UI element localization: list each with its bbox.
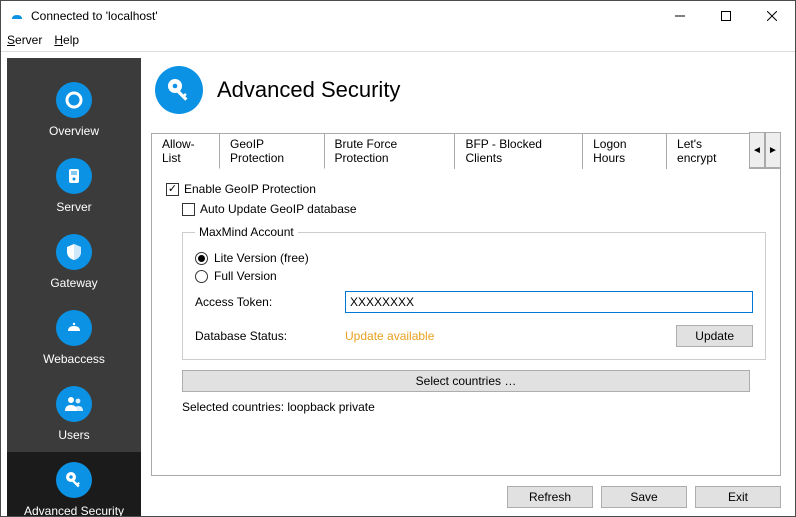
footer-buttons: Refresh Save Exit: [151, 476, 781, 508]
sidebar-item-overview[interactable]: Overview: [7, 72, 141, 148]
save-button[interactable]: Save: [601, 486, 687, 508]
sidebar-item-label: Advanced Security: [24, 504, 124, 516]
webaccess-icon: [56, 310, 92, 346]
lite-version-radio[interactable]: Lite Version (free): [195, 251, 753, 265]
sidebar: Overview Server Gateway Webaccess Users …: [7, 58, 141, 510]
tab-lets-encrypt[interactable]: Let's encrypt: [666, 133, 750, 169]
access-token-row: Access Token:: [195, 291, 753, 313]
menubar: Server Help: [1, 31, 795, 51]
database-status-value: Update available: [345, 329, 434, 343]
tab-panel-geoip: ✓ Enable GeoIP Protection Auto Update Ge…: [151, 168, 781, 476]
tab-brute-force[interactable]: Brute Force Protection: [324, 133, 456, 169]
menu-server[interactable]: Server: [7, 33, 42, 47]
key-icon: [56, 462, 92, 498]
enable-geoip-checkbox[interactable]: ✓ Enable GeoIP Protection: [166, 182, 766, 196]
maximize-button[interactable]: [703, 1, 749, 31]
minimize-button[interactable]: [657, 1, 703, 31]
key-icon: [155, 66, 203, 114]
group-title: MaxMind Account: [195, 225, 298, 239]
checkbox-label: Auto Update GeoIP database: [200, 202, 357, 216]
sidebar-item-label: Overview: [49, 124, 99, 138]
tab-bfp-blocked[interactable]: BFP - Blocked Clients: [454, 133, 583, 169]
window-controls: [657, 1, 795, 31]
sidebar-item-label: Server: [56, 200, 91, 214]
select-countries-row: Select countries …: [182, 370, 750, 392]
checkbox-unchecked-icon: [182, 203, 195, 216]
page-title: Advanced Security: [217, 77, 400, 103]
gateway-icon: [56, 234, 92, 270]
refresh-button[interactable]: Refresh: [507, 486, 593, 508]
tabs: Allow-List GeoIP Protection Brute Force …: [151, 132, 749, 168]
close-button[interactable]: [749, 1, 795, 31]
menu-help[interactable]: Help: [54, 33, 79, 47]
tab-scroll-left[interactable]: ◄: [749, 132, 765, 168]
access-token-input[interactable]: [345, 291, 753, 313]
auto-update-checkbox[interactable]: Auto Update GeoIP database: [182, 202, 766, 216]
checkbox-label: Enable GeoIP Protection: [184, 182, 316, 196]
sidebar-item-advanced-security[interactable]: Advanced Security: [7, 452, 141, 516]
tab-logon-hours[interactable]: Logon Hours: [582, 133, 667, 169]
tabs-row: Allow-List GeoIP Protection Brute Force …: [151, 132, 781, 168]
tab-allow-list[interactable]: Allow-List: [151, 133, 220, 169]
sidebar-item-users[interactable]: Users: [7, 376, 141, 452]
radio-label: Full Version: [214, 269, 277, 283]
tab-scroll-right[interactable]: ►: [765, 132, 781, 168]
body: Overview Server Gateway Webaccess Users …: [1, 51, 795, 516]
users-icon: [56, 386, 92, 422]
window-title: Connected to 'localhost': [31, 9, 158, 23]
sidebar-item-gateway[interactable]: Gateway: [7, 224, 141, 300]
update-button[interactable]: Update: [676, 325, 753, 347]
full-version-radio[interactable]: Full Version: [195, 269, 753, 283]
tab-geoip-protection[interactable]: GeoIP Protection: [219, 133, 324, 169]
sidebar-item-server[interactable]: Server: [7, 148, 141, 224]
maxmind-group: MaxMind Account Lite Version (free) Full…: [182, 225, 766, 360]
database-status-label: Database Status:: [195, 329, 345, 343]
app-icon: [9, 8, 25, 24]
checkbox-checked-icon: ✓: [166, 183, 179, 196]
overview-icon: [56, 82, 92, 118]
main-panel: Advanced Security Allow-List GeoIP Prote…: [141, 52, 795, 516]
sidebar-item-label: Webaccess: [43, 352, 105, 366]
database-status-row: Database Status: Update available Update: [195, 325, 753, 347]
titlebar: Connected to 'localhost': [1, 1, 795, 31]
select-countries-button[interactable]: Select countries …: [182, 370, 750, 392]
radio-label: Lite Version (free): [214, 251, 309, 265]
sidebar-item-label: Users: [58, 428, 89, 442]
app-window: Connected to 'localhost' Server Help Ove…: [0, 0, 796, 517]
access-token-label: Access Token:: [195, 295, 345, 309]
selected-countries-text: Selected countries: loopback private: [182, 400, 766, 414]
radio-unselected-icon: [195, 270, 208, 283]
sidebar-item-webaccess[interactable]: Webaccess: [7, 300, 141, 376]
server-icon: [56, 158, 92, 194]
page-header: Advanced Security: [151, 66, 781, 114]
exit-button[interactable]: Exit: [695, 486, 781, 508]
sidebar-item-label: Gateway: [50, 276, 97, 290]
tab-scroll: ◄ ►: [749, 132, 781, 168]
radio-selected-icon: [195, 252, 208, 265]
